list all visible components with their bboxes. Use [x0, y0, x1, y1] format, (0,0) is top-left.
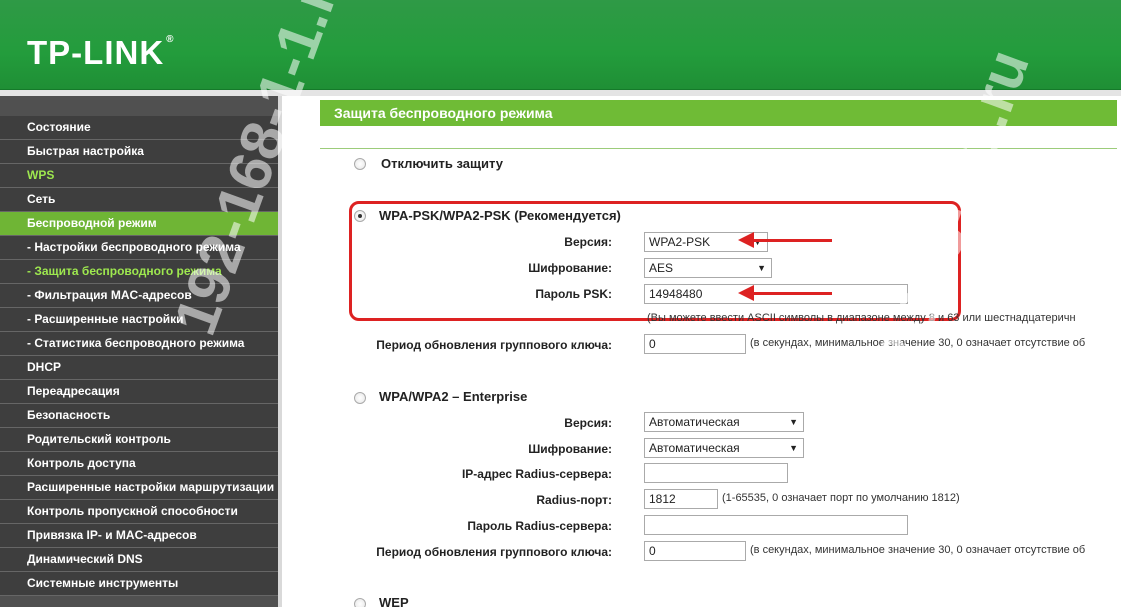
sidebar-item-advanced-routing[interactable]: Расширенные настройки маршрутизации — [0, 476, 278, 500]
sidebar-item-system-tools[interactable]: Системные инструменты — [0, 572, 278, 596]
divider — [320, 148, 1117, 149]
wpa-version-label: Версия: — [564, 235, 612, 249]
sidebar-item-dynamic-dns[interactable]: Динамический DNS — [0, 548, 278, 572]
sidebar-item-access-control[interactable]: Контроль доступа — [0, 452, 278, 476]
disable-security-label: Отключить защиту — [381, 156, 503, 171]
wpa-psk-radio[interactable] — [354, 210, 366, 222]
sidebar-item-wireless[interactable]: Беспроводной режим — [0, 212, 278, 236]
wpa-encryption-select[interactable]: AES ▼ — [644, 258, 772, 278]
page-title: Защита беспроводного режима — [320, 100, 1117, 126]
wep-radio[interactable] — [354, 598, 366, 607]
radius-port-hint: (1-65535, 0 означает порт по умолчанию 1… — [722, 492, 960, 504]
radius-password-input[interactable] — [644, 515, 908, 535]
sidebar-item-dhcp[interactable]: DHCP — [0, 356, 278, 380]
wep-label: WEP — [379, 595, 409, 607]
radius-ip-input[interactable] — [644, 463, 788, 483]
radius-port-label: Radius-порт: — [536, 493, 612, 507]
wpa-encryption-label: Шифрование: — [528, 261, 612, 275]
main-content: Защита беспроводного режима Отключить за… — [286, 96, 1121, 607]
enterprise-group-key-hint: (в секундах, минимальное значение 30, 0 … — [750, 544, 1086, 556]
sidebar-item-status[interactable]: Состояние — [0, 116, 278, 140]
disable-security-radio[interactable] — [354, 158, 366, 170]
chevron-down-icon: ▼ — [753, 237, 762, 247]
radius-port-input[interactable]: 1812 — [644, 489, 718, 509]
chevron-down-icon: ▼ — [757, 263, 766, 273]
sidebar-item-bandwidth-control[interactable]: Контроль пропускной способности — [0, 500, 278, 524]
sidebar-item-mac-filtering[interactable]: - Фильтрация MAC-адресов — [0, 284, 278, 308]
enterprise-group-key-input[interactable]: 0 — [644, 541, 746, 561]
chevron-down-icon: ▼ — [789, 443, 798, 453]
radius-password-label: Пароль Radius-сервера: — [467, 519, 612, 533]
wpa-group-key-hint: (в секундах, минимальное значение 30, 0 … — [750, 337, 1086, 349]
enterprise-encryption-label: Шифрование: — [528, 442, 612, 456]
sidebar-item-forwarding[interactable]: Переадресация — [0, 380, 278, 404]
sidebar-item-wireless-settings[interactable]: - Настройки беспроводного режима — [0, 236, 278, 260]
sidebar-item-wireless-statistics[interactable]: - Статистика беспроводного режима — [0, 332, 278, 356]
sidebar-item-quick-setup[interactable]: Быстрая настройка — [0, 140, 278, 164]
enterprise-version-select[interactable]: Автоматическая ▼ — [644, 412, 804, 432]
enterprise-version-label: Версия: — [564, 416, 612, 430]
sidebar-item-wps[interactable]: WPS — [0, 164, 278, 188]
sidebar-item-network[interactable]: Сеть — [0, 188, 278, 212]
wpa-group-key-label: Период обновления группового ключа: — [376, 338, 612, 352]
psk-password-label: Пароль PSK: — [535, 287, 612, 301]
sidebar-item-ip-mac-binding[interactable]: Привязка IP- и MAC-адресов — [0, 524, 278, 548]
annotation-arrow — [738, 285, 832, 301]
header: TP-LINK ® — [0, 0, 1121, 90]
wpa-group-key-input[interactable]: 0 — [644, 334, 746, 354]
sidebar-item-parental-control[interactable]: Родительский контроль — [0, 428, 278, 452]
enterprise-label: WPA/WPA2 – Enterprise — [379, 389, 528, 404]
sidebar-item-security[interactable]: Безопасность — [0, 404, 278, 428]
sidebar-item-advanced-wireless[interactable]: - Расширенные настройки — [0, 308, 278, 332]
enterprise-encryption-select[interactable]: Автоматическая ▼ — [644, 438, 804, 458]
sidebar-item-wireless-security[interactable]: - Защита беспроводного режима — [0, 260, 278, 284]
enterprise-radio[interactable] — [354, 392, 366, 404]
sidebar: Состояние Быстрая настройка WPS Сеть Бес… — [0, 96, 282, 607]
radius-ip-label: IP-адрес Radius-сервера: — [461, 467, 612, 481]
wpa-psk-label: WPA-PSK/WPA2-PSK (Рекомендуется) — [379, 208, 621, 223]
psk-password-hint: (Вы можете ввести ASCII символы в диапаз… — [647, 312, 1076, 324]
tp-link-logo: TP-LINK ® — [27, 34, 175, 71]
enterprise-group-key-label: Период обновления группового ключа: — [376, 545, 612, 559]
chevron-down-icon: ▼ — [789, 417, 798, 427]
annotation-arrow — [738, 232, 832, 248]
